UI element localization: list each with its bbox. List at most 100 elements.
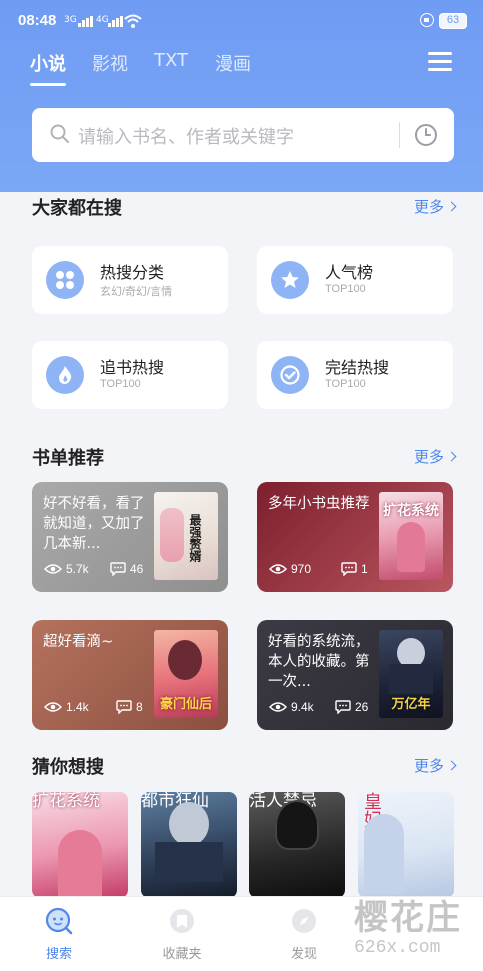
guess-title: 猜你想搜: [32, 757, 104, 778]
book-cover: 万亿年: [379, 630, 443, 718]
card-subtitle: TOP100: [100, 378, 141, 390]
card-popularity-rank[interactable]: 人气榜 TOP100: [257, 246, 453, 314]
menu-icon[interactable]: [428, 52, 452, 71]
views-count: 970: [269, 562, 311, 576]
rotation-lock-icon: [420, 13, 434, 27]
comment-icon: [335, 700, 351, 714]
comments-count: 26: [335, 700, 368, 714]
history-clock-icon[interactable]: [414, 123, 438, 147]
signal-bars-icon: [78, 16, 94, 27]
card-following-hot[interactable]: 追书热搜 TOP100: [32, 341, 228, 409]
signal-bars-icon-2: [108, 16, 124, 27]
booklist-card[interactable]: 多年小书虫推荐 扩花系统 970 1: [257, 482, 453, 592]
booklist-card-title: 多年小书虫推荐: [268, 496, 370, 512]
watermark-line-1: 樱花庄: [354, 898, 462, 938]
main-content: 大家都在搜 更多 热搜分类 玄幻/奇幻/言情 人气榜 TOP100 追书热搜 T…: [0, 192, 483, 896]
booklist-card-title: 好不好看，看了就知道，又加了几本新...: [43, 496, 145, 552]
eye-icon: [44, 702, 62, 712]
views-value: 970: [291, 562, 312, 576]
card-subtitle: TOP100: [325, 378, 366, 390]
cover-title: 最强赘婿: [188, 514, 202, 562]
guess-book-cover[interactable]: 活人禁忌: [249, 792, 345, 896]
tab-txt[interactable]: TXT: [154, 50, 188, 71]
search-bar[interactable]: 请输入书名、作者或关键字: [32, 108, 454, 162]
nav-label: 收藏夹: [162, 947, 202, 962]
watermark: 樱花庄 626x.com: [350, 888, 480, 968]
nav-label: 搜索: [45, 947, 72, 962]
search-input[interactable]: 请输入书名、作者或关键字: [78, 123, 294, 149]
more-label: 更多: [413, 198, 444, 216]
eye-icon: [44, 564, 62, 574]
signal-label-2: 4G: [96, 15, 109, 25]
booklist-card[interactable]: 超好看滴~ 豪门仙后 1.4k 8: [32, 620, 228, 730]
watermark-line-2: 626x.com: [354, 938, 441, 958]
chevron-right-icon: [446, 201, 457, 212]
app-header: 08:48 3G 4G 63 小说 影视 TXT 漫画 请输入书名、作者或关键字: [0, 0, 483, 192]
comments-count: 1: [341, 562, 368, 576]
views-count: 1.4k: [44, 700, 89, 714]
booklist-card[interactable]: 好看的系统流，本人的收藏。第一次... 万亿年 9.4k 26: [257, 620, 453, 730]
views-value: 1.4k: [66, 700, 89, 714]
book-cover: 豪门仙后: [154, 630, 218, 718]
cover-title: 扩花系统: [32, 792, 100, 811]
hot-search-more-link[interactable]: 更多: [413, 196, 457, 217]
guess-book-cover[interactable]: 扩花系统: [32, 792, 128, 896]
battery-indicator: 63: [439, 13, 467, 29]
tab-comics[interactable]: 漫画: [215, 50, 251, 76]
comments-value: 26: [355, 700, 369, 714]
more-label: 更多: [413, 757, 444, 775]
comments-value: 8: [136, 700, 143, 714]
bookmark-icon: [170, 909, 194, 933]
booklist-card-title: 超好看滴~: [43, 634, 114, 650]
comments-value: 1: [361, 562, 368, 576]
flame-icon: [46, 356, 84, 394]
card-hot-category[interactable]: 热搜分类 玄幻/奇幻/言情: [32, 246, 228, 314]
check-icon: [271, 356, 309, 394]
comments-count: 46: [110, 562, 143, 576]
views-value: 9.4k: [291, 700, 314, 714]
card-title: 人气榜: [325, 263, 374, 282]
card-subtitle: 玄幻/奇幻/言情: [100, 286, 173, 298]
status-bar: 08:48 3G 4G 63: [18, 10, 469, 34]
card-subtitle: TOP100: [325, 283, 366, 295]
eye-icon: [269, 702, 287, 712]
chevron-right-icon: [446, 451, 457, 462]
tab-novel[interactable]: 小说: [30, 50, 66, 86]
comments-count: 8: [116, 700, 143, 714]
eye-icon: [269, 564, 287, 574]
comment-icon: [116, 700, 132, 714]
guess-book-cover[interactable]: 皇妃不好惹: [358, 792, 454, 896]
card-finished-hot[interactable]: 完结热搜 TOP100: [257, 341, 453, 409]
cover-title: 豪门仙后: [159, 697, 212, 712]
search-face-icon: [45, 907, 73, 935]
comment-icon: [110, 562, 126, 576]
cover-title: 万亿年: [391, 697, 431, 712]
cover-title: 扩花系统: [383, 503, 439, 519]
book-cover: 最强赘婿: [154, 492, 218, 580]
chevron-right-icon: [446, 760, 457, 771]
wifi-icon: [124, 14, 142, 28]
search-icon: [50, 124, 69, 143]
booklist-card[interactable]: 好不好看，看了就知道，又加了几本新... 最强赘婿 5.7k 46: [32, 482, 228, 592]
signal-label-1: 3G: [64, 15, 77, 25]
comment-icon: [341, 562, 357, 576]
views-value: 5.7k: [66, 562, 89, 576]
card-title: 完结热搜: [325, 358, 390, 377]
book-cover: 扩花系统: [379, 492, 443, 580]
grid-icon: [46, 261, 84, 299]
views-count: 9.4k: [269, 700, 314, 714]
nav-label: 发现: [290, 947, 317, 962]
comments-value: 46: [130, 562, 144, 576]
status-time: 08:48: [18, 12, 57, 29]
guess-more-link[interactable]: 更多: [413, 755, 457, 776]
guess-book-cover[interactable]: 都市狂仙: [141, 792, 237, 896]
booklist-title: 书单推荐: [32, 448, 104, 469]
search-divider: [399, 122, 400, 148]
card-title: 追书热搜: [100, 358, 165, 377]
more-label: 更多: [413, 448, 444, 466]
booklist-more-link[interactable]: 更多: [413, 446, 457, 467]
star-icon: [271, 261, 309, 299]
compass-icon: [292, 909, 316, 933]
card-title: 热搜分类: [100, 263, 165, 282]
tab-video[interactable]: 影视: [92, 50, 128, 76]
